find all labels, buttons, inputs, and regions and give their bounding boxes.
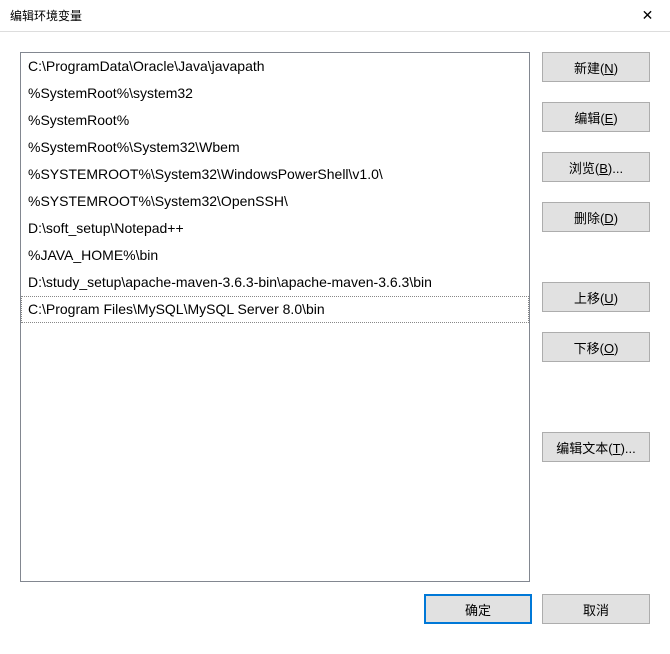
- movedown-button[interactable]: 下移(O): [542, 332, 650, 362]
- cancel-button[interactable]: 取消: [542, 594, 650, 624]
- edittext-button[interactable]: 编辑文本(T)...: [542, 432, 650, 462]
- close-button[interactable]: ✕: [625, 0, 670, 32]
- new-button[interactable]: 新建(N): [542, 52, 650, 82]
- list-item[interactable]: D:\study_setup\apache-maven-3.6.3-bin\ap…: [21, 269, 529, 296]
- window-title: 编辑环境变量: [10, 7, 82, 24]
- browse-button[interactable]: 浏览(B)...: [542, 152, 650, 182]
- close-icon: ✕: [642, 7, 654, 24]
- delete-button[interactable]: 删除(D): [542, 202, 650, 232]
- titlebar: 编辑环境变量 ✕: [0, 0, 670, 32]
- dialog-content: C:\ProgramData\Oracle\Java\javapath%Syst…: [0, 32, 670, 594]
- list-item[interactable]: D:\soft_setup\Notepad++: [21, 215, 529, 242]
- list-item[interactable]: %SystemRoot%: [21, 107, 529, 134]
- list-item[interactable]: %SYSTEMROOT%\System32\WindowsPowerShell\…: [21, 161, 529, 188]
- footer-bar: 确定 取消: [0, 594, 670, 642]
- edit-button[interactable]: 编辑(E): [542, 102, 650, 132]
- ok-button[interactable]: 确定: [424, 594, 532, 624]
- list-item[interactable]: %SYSTEMROOT%\System32\OpenSSH\: [21, 188, 529, 215]
- moveup-button[interactable]: 上移(U): [542, 282, 650, 312]
- path-list[interactable]: C:\ProgramData\Oracle\Java\javapath%Syst…: [20, 52, 530, 582]
- list-item[interactable]: %SystemRoot%\system32: [21, 80, 529, 107]
- list-item[interactable]: %SystemRoot%\System32\Wbem: [21, 134, 529, 161]
- list-item[interactable]: %JAVA_HOME%\bin: [21, 242, 529, 269]
- button-column: 新建(N) 编辑(E) 浏览(B)... 删除(D) 上移(U) 下移(O) 编…: [542, 52, 650, 582]
- list-item[interactable]: C:\Program Files\MySQL\MySQL Server 8.0\…: [21, 296, 529, 323]
- list-item[interactable]: C:\ProgramData\Oracle\Java\javapath: [21, 53, 529, 80]
